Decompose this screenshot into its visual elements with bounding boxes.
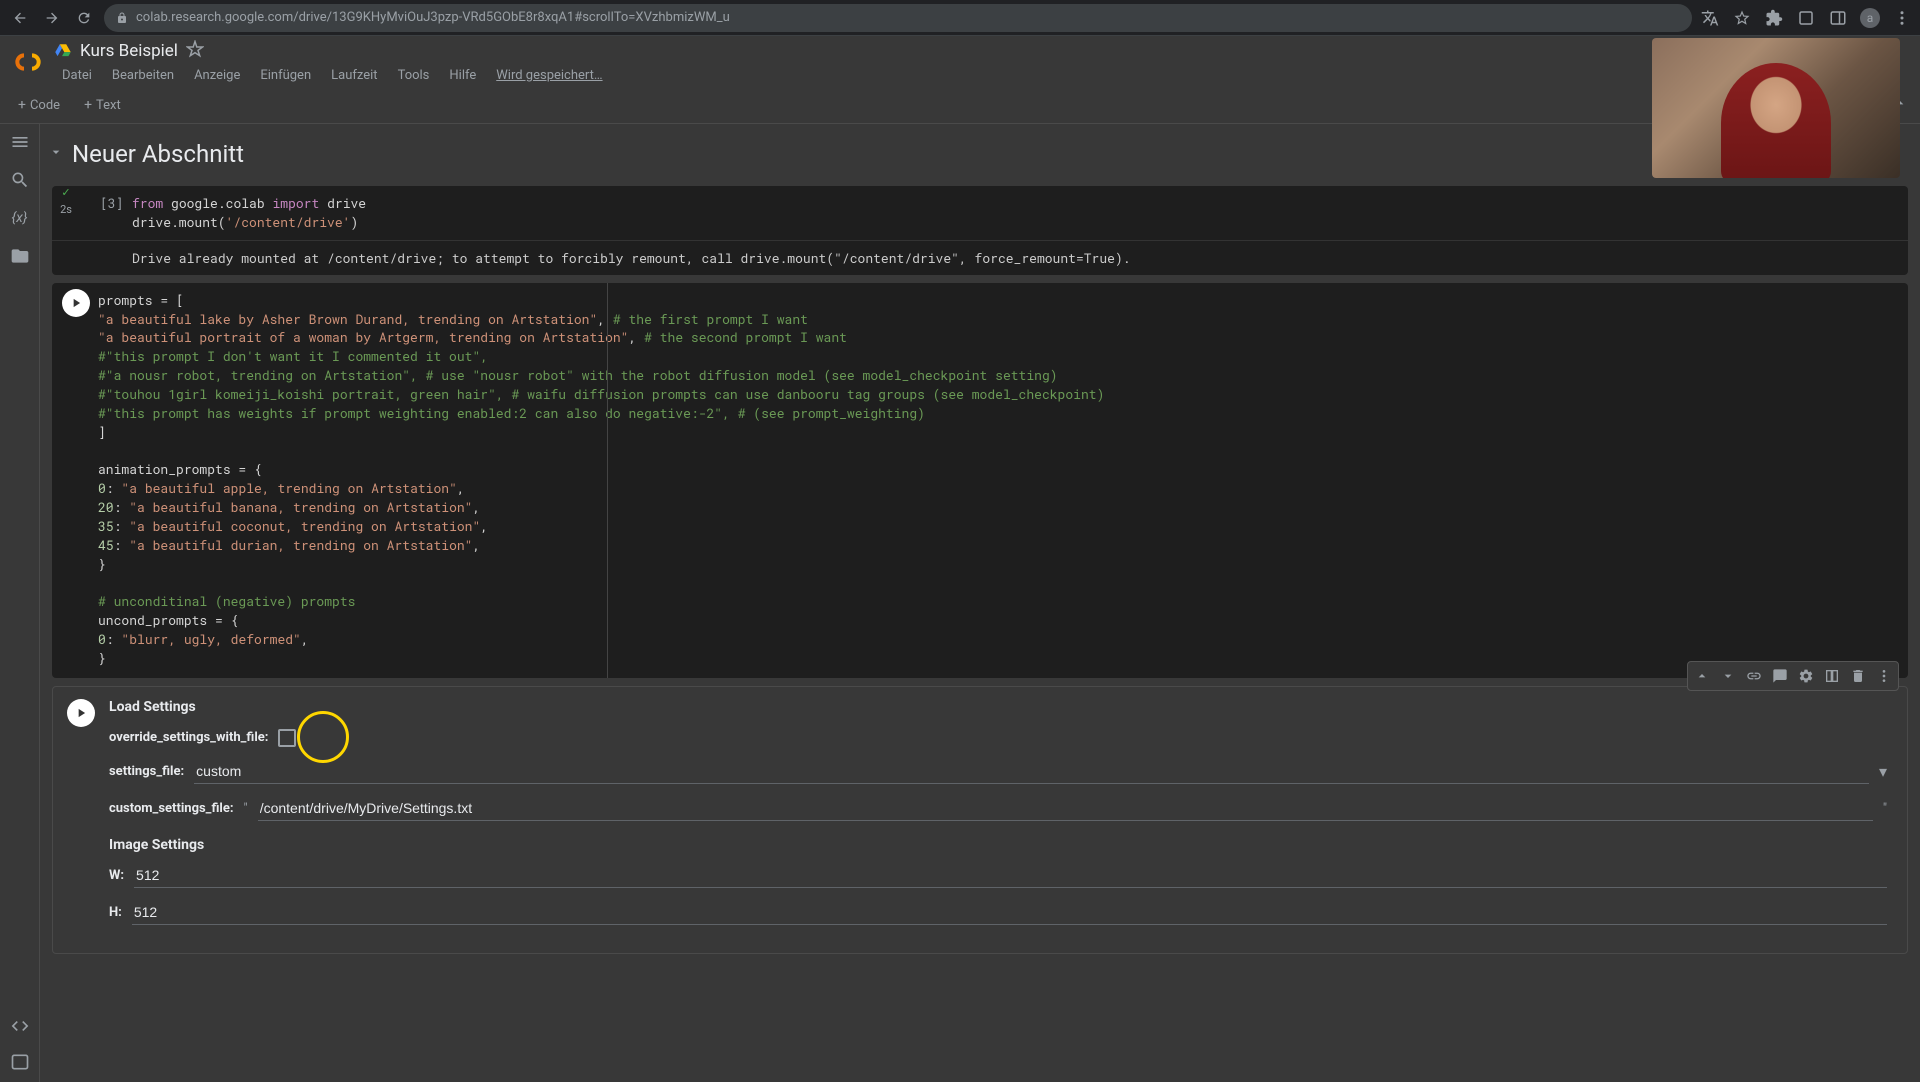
h-label: H: — [109, 905, 122, 920]
move-up-button[interactable] — [1690, 664, 1714, 688]
settings-cell-button[interactable] — [1794, 664, 1818, 688]
add-text-button[interactable]: +Text — [78, 93, 127, 117]
override-label: override_settings_with_file: — [109, 730, 268, 745]
highlight-annotation — [297, 711, 349, 763]
left-rail: {x} — [0, 124, 40, 1082]
exec-count: [3] — [100, 194, 123, 213]
move-down-button[interactable] — [1716, 664, 1740, 688]
section-title: Neuer Abschnitt — [72, 140, 244, 168]
menu-runtime[interactable]: Laufzeit — [323, 64, 385, 87]
star-icon[interactable] — [1732, 8, 1752, 28]
menu-file[interactable]: Datei — [54, 64, 100, 87]
override-checkbox[interactable] — [278, 729, 296, 747]
form-title-load: Load Settings — [109, 699, 1887, 715]
link-cell-button[interactable] — [1742, 664, 1766, 688]
run-form-button[interactable] — [67, 699, 95, 727]
cell-output-1: Drive already mounted at /content/drive;… — [52, 240, 1908, 275]
delete-cell-button[interactable] — [1846, 664, 1870, 688]
webcam-overlay — [1652, 38, 1900, 178]
chevron-down-icon[interactable]: ▾ — [1879, 762, 1887, 781]
star-doc-button[interactable] — [186, 40, 204, 62]
menu-insert[interactable]: Einfügen — [252, 64, 319, 87]
form-title-image: Image Settings — [109, 837, 1887, 853]
notebook-area[interactable]: Neuer Abschnitt ✓ 2s [3] from google.col… — [40, 124, 1920, 1082]
notebook-toolbar: +Code +Text — [0, 87, 1920, 124]
menu-tools[interactable]: Tools — [390, 64, 438, 87]
profile-avatar[interactable]: a — [1860, 8, 1880, 28]
custom-settings-label: custom_settings_file: — [109, 801, 234, 816]
forward-button[interactable] — [40, 6, 64, 30]
custom-settings-input[interactable] — [258, 796, 1873, 821]
search-icon[interactable] — [10, 170, 30, 190]
code-editor-2[interactable]: prompts = [ "a beautiful lake by Asher B… — [52, 283, 1908, 678]
colab-header: Kurs Beispiel Datei Bearbeiten Anzeige E… — [0, 36, 1920, 87]
menu-help[interactable]: Hilfe — [441, 64, 484, 87]
extensions-icon[interactable] — [1764, 8, 1784, 28]
colab-logo[interactable] — [12, 46, 44, 78]
code-editor-1[interactable]: [3] from google.colab import drive drive… — [52, 186, 1908, 240]
form-cell-load-settings[interactable]: Load Settings override_settings_with_fil… — [52, 686, 1908, 954]
settings-file-label: settings_file: — [109, 764, 184, 779]
command-palette-icon[interactable] — [10, 1016, 30, 1036]
code-cell-2[interactable]: prompts = [ "a beautiful lake by Asher B… — [52, 283, 1908, 678]
translate-icon[interactable] — [1700, 8, 1720, 28]
variables-icon[interactable]: {x} — [10, 208, 30, 228]
sidepanel-icon[interactable] — [1828, 8, 1848, 28]
comment-cell-button[interactable] — [1768, 664, 1792, 688]
menu-edit[interactable]: Bearbeiten — [104, 64, 182, 87]
run-cell-button[interactable] — [62, 289, 90, 317]
doc-title[interactable]: Kurs Beispiel — [80, 41, 178, 61]
reload-button[interactable] — [72, 6, 96, 30]
exec-time: 2s — [60, 203, 72, 216]
add-code-button[interactable]: +Code — [12, 93, 66, 117]
w-input[interactable] — [134, 863, 1887, 888]
files-icon[interactable] — [10, 246, 30, 266]
browser-chrome: colab.research.google.com/drive/13G9KHyM… — [0, 0, 1920, 36]
mirror-cell-button[interactable] — [1820, 664, 1844, 688]
menu-bar: Datei Bearbeiten Anzeige Einfügen Laufze… — [54, 64, 1908, 87]
section-collapse-icon[interactable] — [48, 144, 64, 164]
menu-view[interactable]: Anzeige — [186, 64, 248, 87]
lock-icon — [116, 12, 128, 24]
more-cell-button[interactable] — [1872, 664, 1896, 688]
w-label: W: — [109, 868, 124, 883]
cell-toolbar — [1687, 661, 1899, 691]
save-status: Wird gespeichert… — [488, 64, 610, 87]
url-bar[interactable]: colab.research.google.com/drive/13G9KHyM… — [104, 4, 1692, 32]
code-ruler — [607, 283, 608, 678]
ext2-icon[interactable] — [1796, 8, 1816, 28]
terminal-icon[interactable] — [10, 1052, 30, 1072]
exec-check-icon: ✓ — [61, 186, 70, 199]
drive-icon — [54, 42, 72, 60]
menu-icon[interactable] — [1892, 8, 1912, 28]
url-text: colab.research.google.com/drive/13G9KHyM… — [136, 10, 730, 25]
settings-file-select[interactable] — [194, 759, 1869, 784]
h-input[interactable] — [132, 900, 1887, 925]
back-button[interactable] — [8, 6, 32, 30]
toc-icon[interactable] — [10, 132, 30, 152]
code-cell-1[interactable]: ✓ 2s [3] from google.colab import drive … — [52, 186, 1908, 275]
